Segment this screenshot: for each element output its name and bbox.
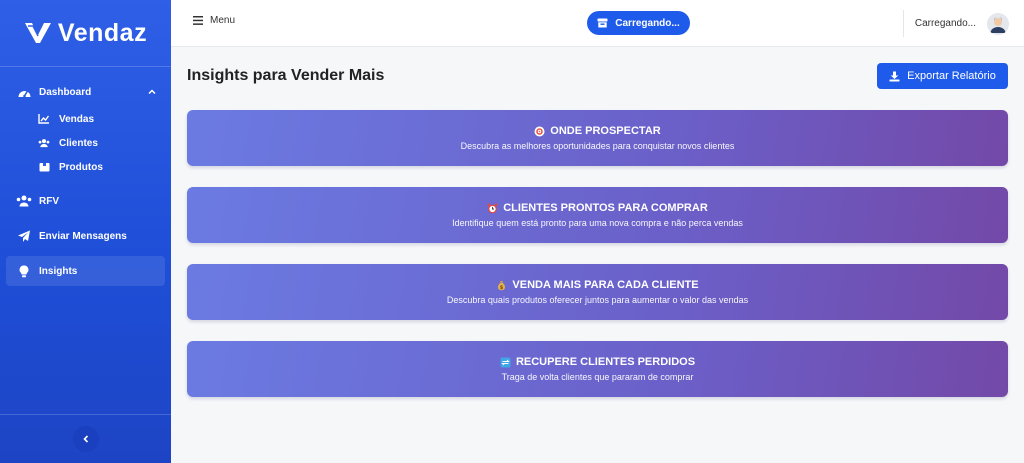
export-report-button[interactable]: Exportar Relatório [877,63,1008,89]
sidebar-item-label: Clientes [59,137,98,149]
card-title: RECUPERE CLIENTES PERDIDOS [515,356,696,368]
sidebar-item-clientes[interactable]: Clientes [38,131,171,155]
users-icon [38,138,50,149]
avatar[interactable] [987,12,1009,35]
user-avatar-icon [987,12,1009,35]
brand-logo[interactable]: Vendaz [0,0,171,66]
card-title: VENDA MAIS PARA CADA CLIENTE [512,279,699,291]
hamburger-icon [193,16,203,25]
chevron-up-icon[interactable] [147,87,157,97]
insight-card-recupere-clientes[interactable]: RECUPERE CLIENTES PERDIDOS Traga de volt… [187,341,1008,397]
card-title: ONDE PROSPECTAR [550,125,661,137]
card-description: Descubra quais produtos oferecer juntos … [446,295,749,305]
sidebar-item-label: Vendas [59,113,95,125]
card-description: Descubra as melhores oportunidades para … [460,141,735,151]
card-description: Identifique quem está pronto para uma no… [452,218,743,228]
page-title: Insights para Vender Mais [187,67,385,84]
svg-text:$: $ [500,284,504,290]
reload-icon [500,357,511,367]
sidebar: Vendaz Dashboard Vendas Clientes Produto… [0,0,171,463]
download-icon [889,71,900,81]
sidebar-item-produtos[interactable]: Produtos [38,155,171,179]
insight-cards: ONDE PROSPECTAR Descubra as melhores opo… [187,110,1008,418]
sidebar-footer [0,414,171,463]
main-content: Insights para Vender Mais Exportar Relat… [171,47,1024,463]
brand-name: Vendaz [57,18,148,47]
insight-card-clientes-prontos[interactable]: CLIENTES PRONTOS PARA COMPRAR Identifiqu… [187,187,1008,243]
chart-line-icon [38,114,50,125]
top-bar: Menu Carregando... Carregando... [171,0,1024,47]
sidebar-item-label: Dashboard [39,86,92,98]
insight-card-venda-mais[interactable]: $ VENDA MAIS PARA CADA CLIENTE Descubra … [187,264,1008,320]
card-title: CLIENTES PRONTOS PARA COMPRAR [503,202,708,214]
sidebar-item-label: RFV [39,195,59,207]
sidebar-item-label: Insights [39,265,78,277]
gauge-icon [16,85,32,99]
card-description: Traga de volta clientes que pararam de c… [501,372,694,382]
lightbulb-icon [16,264,32,278]
store-label: Carregando... [615,17,680,29]
box-icon [38,162,50,173]
users-cog-icon [16,194,32,208]
sidebar-item-enviar-mensagens[interactable]: Enviar Mensagens [0,221,171,251]
insight-card-onde-prospectar[interactable]: ONDE PROSPECTAR Descubra as melhores opo… [187,110,1008,166]
menu-label: Menu [210,15,236,26]
user-menu[interactable]: Carregando... [902,10,1024,37]
export-label: Exportar Relatório [907,70,996,82]
sidebar-item-dashboard[interactable]: Dashboard [0,77,171,107]
target-icon [534,126,545,136]
vendaz-logo-icon [24,23,51,43]
sidebar-nav: Dashboard Vendas Clientes Produtos RFV E… [0,67,171,286]
sidebar-collapse-button[interactable] [72,426,99,452]
user-name: Carregando... [914,18,976,29]
dashboard-submenu: Vendas Clientes Produtos [0,107,171,179]
menu-toggle-button[interactable]: Menu [193,15,235,26]
chevron-left-icon [82,435,88,443]
sidebar-item-label: Produtos [59,161,103,173]
store-selector-button[interactable]: Carregando... [587,11,690,35]
store-icon [597,18,608,28]
sidebar-item-vendas[interactable]: Vendas [38,107,171,131]
paper-plane-icon [16,229,32,243]
sidebar-item-rfv[interactable]: RFV [0,186,171,216]
alarm-clock-icon [487,203,498,213]
money-bag-icon: $ [498,280,506,290]
sidebar-item-label: Enviar Mensagens [39,230,127,242]
sidebar-item-insights[interactable]: Insights [6,256,165,286]
